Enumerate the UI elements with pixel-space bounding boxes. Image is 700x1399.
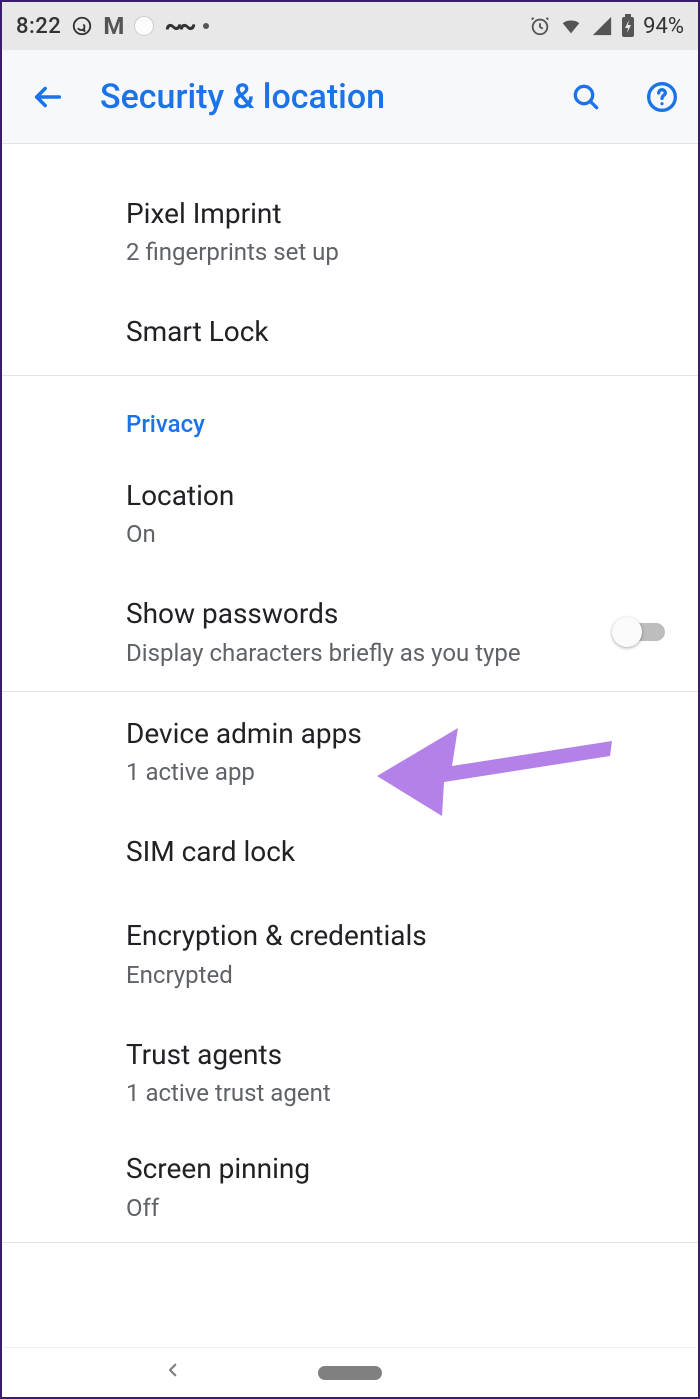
row-location[interactable]: Location On — [2, 454, 698, 572]
mustache-icon: ~~ — [164, 21, 192, 31]
app-bar: Security & location — [2, 50, 698, 144]
cell-signal-icon — [591, 15, 613, 37]
row-title: Location — [126, 478, 678, 514]
help-icon — [646, 81, 678, 113]
row-sim-card-lock[interactable]: SIM card lock — [2, 810, 698, 894]
row-title: Smart Lock — [126, 314, 678, 350]
status-bar: 8:22 M ~~ 94% — [2, 2, 698, 50]
notification-dot-icon — [134, 16, 154, 36]
whatsapp-icon — [71, 15, 93, 37]
row-title: Device admin apps — [126, 716, 678, 752]
help-button[interactable] — [638, 73, 686, 121]
section-privacy: Privacy — [2, 376, 698, 454]
row-subtitle: Off — [126, 1194, 678, 1222]
row-subtitle: Display characters briefly as you type — [126, 639, 608, 667]
divider — [2, 1242, 698, 1243]
status-time: 8:22 — [16, 14, 61, 39]
back-button[interactable] — [24, 73, 72, 121]
battery-charging-icon — [621, 14, 635, 38]
arrow-left-icon — [31, 80, 65, 114]
row-smart-lock[interactable]: Smart Lock — [2, 290, 698, 374]
row-subtitle: Encrypted — [126, 961, 678, 989]
row-encryption-credentials[interactable]: Encryption & credentials Encrypted — [2, 894, 698, 1012]
m-icon: M — [103, 12, 124, 40]
row-title: Trust agents — [126, 1037, 678, 1073]
row-screen-pinning[interactable]: Screen pinning Off — [2, 1131, 698, 1241]
navigation-bar — [4, 1347, 696, 1397]
settings-list: Pixel Imprint 2 fingerprints set up Smar… — [2, 144, 698, 1243]
search-icon — [570, 81, 602, 113]
row-title: Encryption & credentials — [126, 918, 678, 954]
row-subtitle: 1 active trust agent — [126, 1079, 678, 1107]
battery-percentage: 94% — [643, 14, 684, 39]
nav-back-button[interactable] — [164, 1358, 182, 1388]
row-title: Screen pinning — [126, 1151, 678, 1187]
search-button[interactable] — [562, 73, 610, 121]
row-device-admin-apps[interactable]: Device admin apps 1 active app — [2, 692, 698, 810]
row-title: SIM card lock — [126, 834, 678, 870]
page-title: Security & location — [100, 77, 534, 117]
wifi-icon — [559, 15, 583, 37]
row-subtitle: On — [126, 520, 678, 548]
row-show-passwords[interactable]: Show passwords Display characters briefl… — [2, 572, 698, 690]
row-pixel-imprint[interactable]: Pixel Imprint 2 fingerprints set up — [2, 172, 698, 290]
row-subtitle: 2 fingerprints set up — [126, 238, 678, 266]
row-trust-agents[interactable]: Trust agents 1 active trust agent — [2, 1013, 698, 1131]
chevron-left-icon — [164, 1358, 182, 1382]
nav-home-pill[interactable] — [318, 1366, 382, 1380]
more-notifications-icon — [203, 23, 209, 29]
row-title: Pixel Imprint — [126, 196, 678, 232]
row-title: Show passwords — [126, 596, 608, 632]
alarm-icon — [529, 15, 551, 37]
row-subtitle: 1 active app — [126, 758, 678, 786]
show-passwords-toggle[interactable] — [612, 617, 670, 645]
